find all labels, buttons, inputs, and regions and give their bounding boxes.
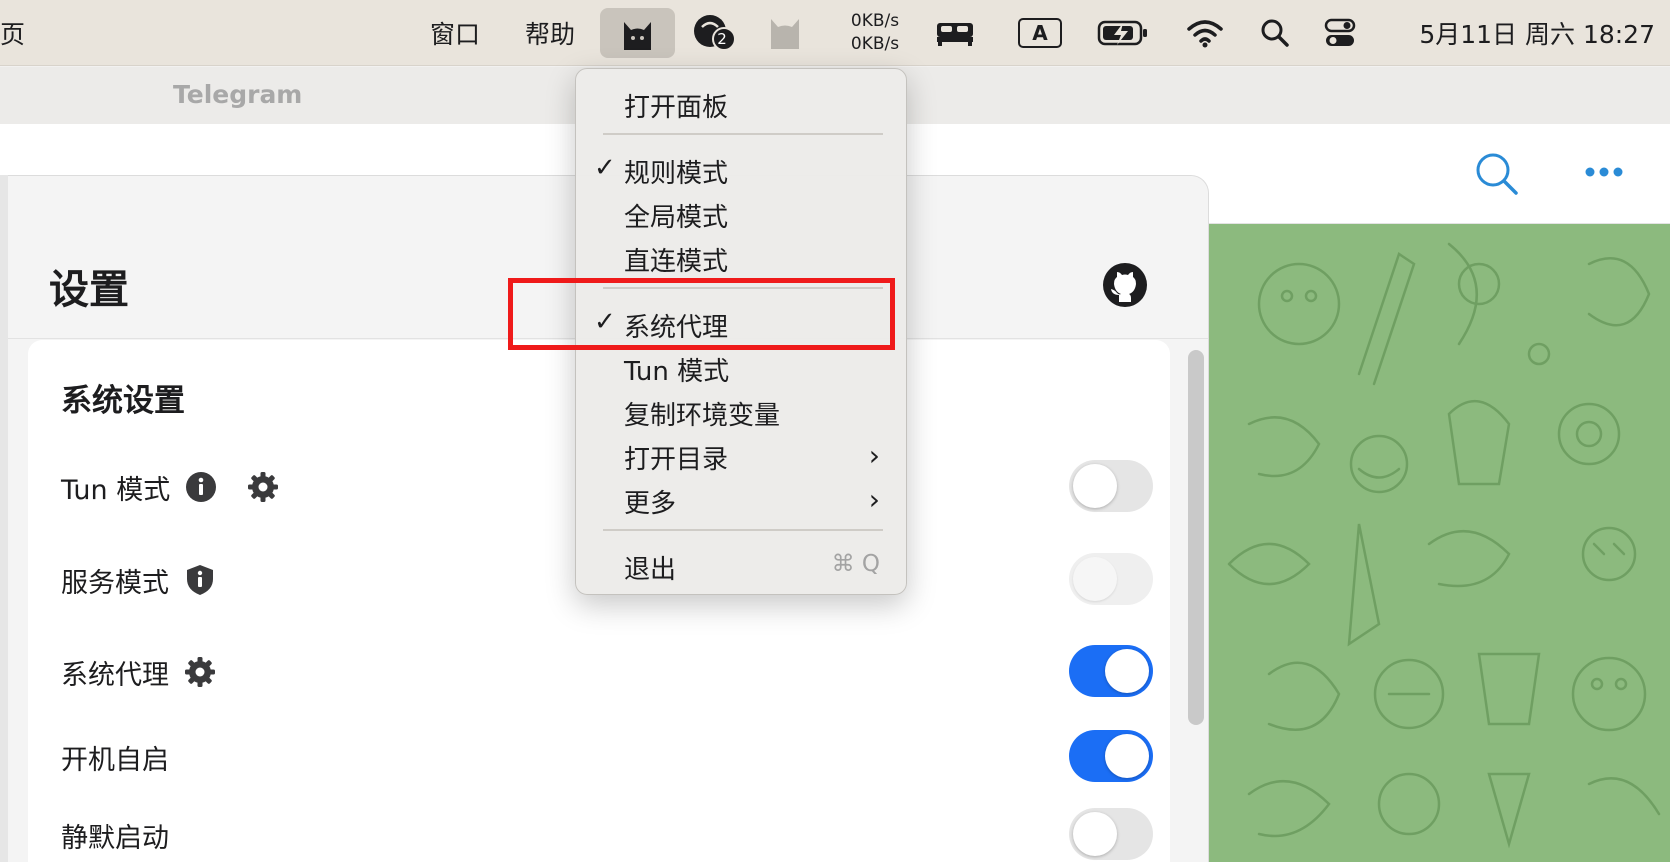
toggle-knob xyxy=(1105,649,1149,693)
menu-item-label: 打开面板 xyxy=(624,93,729,123)
menubar-window-menu[interactable]: 窗口 xyxy=(420,0,490,66)
setting-row-silent-start: 静默启动 xyxy=(61,815,169,855)
control-center-icon xyxy=(1324,18,1356,46)
menu-item-quit[interactable]: 退出 ⌘ Q xyxy=(576,543,908,587)
checkmark-icon: ✓ xyxy=(594,153,616,183)
toggle-knob xyxy=(1073,464,1117,508)
menu-item-open-dir[interactable]: 打开目录 › xyxy=(576,433,908,477)
setting-row-system-proxy: 系统代理 xyxy=(61,652,217,692)
chevron-right-icon: › xyxy=(868,439,880,472)
tun-mode-toggle[interactable] xyxy=(1069,460,1153,512)
github-icon[interactable] xyxy=(1102,262,1148,308)
quit-shortcut: ⌘ Q xyxy=(831,551,880,577)
wifi-icon xyxy=(1187,20,1223,48)
silent-start-toggle[interactable] xyxy=(1069,808,1153,860)
menu-item-more[interactable]: 更多 › xyxy=(576,477,908,521)
toggle-knob xyxy=(1073,812,1117,856)
setting-label-system-proxy: 系统代理 xyxy=(61,659,169,691)
menubar-help-menu[interactable]: 帮助 xyxy=(515,0,585,66)
input-source-menu[interactable]: A xyxy=(1015,0,1065,66)
menu-item-label: Tun 模式 xyxy=(624,357,730,387)
telegram-window-title: Telegram xyxy=(173,80,303,109)
menu-item-label: 规则模式 xyxy=(624,159,729,189)
battery-menu[interactable] xyxy=(1095,0,1151,66)
net-up-speed: 0KB/s xyxy=(850,11,900,31)
cat-gray-icon xyxy=(771,19,799,49)
control-center[interactable] xyxy=(1315,0,1365,66)
search-icon xyxy=(1261,19,1289,47)
menu-item-direct-mode[interactable]: 直连模式 xyxy=(576,235,908,279)
toggle-knob xyxy=(1105,734,1149,778)
network-speed-indicator: 0KB/s 0KB/s xyxy=(840,10,910,56)
menu-separator xyxy=(603,529,883,531)
clash-tray-icon-inactive[interactable] xyxy=(760,0,810,66)
menu-item-label: 打开目录 xyxy=(624,445,729,475)
menu-separator xyxy=(603,133,883,135)
clash-tray-icon-active[interactable] xyxy=(600,8,675,58)
wifi-menu[interactable] xyxy=(1180,0,1230,66)
section-title-system-settings: 系统设置 xyxy=(61,383,185,419)
doodle-pattern-decoration xyxy=(1227,242,1661,849)
bed-tray-icon[interactable] xyxy=(930,0,980,66)
menu-item-tun-mode[interactable]: Tun 模式 xyxy=(576,345,908,389)
chat-bubble-icon xyxy=(694,15,736,51)
more-options-icon[interactable] xyxy=(1584,166,1624,178)
auto-launch-toggle[interactable] xyxy=(1069,730,1153,782)
gear-icon[interactable] xyxy=(183,655,217,689)
chevron-right-icon: › xyxy=(868,483,880,516)
telegram-chat-background xyxy=(1209,224,1670,862)
shield-info-icon[interactable] xyxy=(183,563,217,597)
menu-item-label: 复制环境变量 xyxy=(624,401,781,431)
cat-icon xyxy=(624,22,651,50)
setting-row-tun-mode: Tun 模式 xyxy=(61,467,280,507)
menu-item-label: 直连模式 xyxy=(624,247,729,277)
menu-item-label: 退出 xyxy=(624,555,677,585)
menu-item-rule-mode[interactable]: ✓ 规则模式 xyxy=(576,147,908,191)
setting-label-tun-mode: Tun 模式 xyxy=(61,474,171,506)
bed-icon xyxy=(937,23,973,46)
chat-tray-icon[interactable]: 2 xyxy=(690,0,740,66)
menu-item-label: 全局模式 xyxy=(624,203,729,233)
setting-label-service-mode: 服务模式 xyxy=(61,567,169,599)
spotlight-search[interactable] xyxy=(1250,0,1300,66)
setting-label-silent-start: 静默启动 xyxy=(61,822,169,854)
menu-item-global-mode[interactable]: 全局模式 xyxy=(576,191,908,235)
system-proxy-toggle[interactable] xyxy=(1069,645,1153,697)
info-icon[interactable] xyxy=(184,470,218,504)
page-title: 设置 xyxy=(49,267,129,313)
setting-row-auto-launch: 开机自启 xyxy=(61,737,169,777)
telegram-search-icon[interactable] xyxy=(1474,151,1520,197)
chat-unread-badge: 2 xyxy=(717,30,727,48)
menu-bar: 页 窗口 帮助 2 0KB/s 0KB/s A 5月11日 周六 18:27 xyxy=(0,0,1670,66)
toggle-knob xyxy=(1073,557,1117,601)
menu-item-open-panel[interactable]: 打开面板 xyxy=(576,81,908,125)
input-source-badge: A xyxy=(1018,18,1062,48)
menubar-app-menu-fragment[interactable]: 页 xyxy=(0,0,26,66)
service-mode-toggle[interactable] xyxy=(1069,553,1153,605)
net-down-speed: 0KB/s xyxy=(850,34,900,54)
clash-sidebar-edge xyxy=(0,175,8,862)
menu-item-label: 更多 xyxy=(624,489,677,519)
gear-icon[interactable] xyxy=(246,470,280,504)
setting-row-service-mode: 服务模式 xyxy=(61,560,217,600)
battery-charging-icon xyxy=(1097,20,1147,46)
settings-scrollbar[interactable] xyxy=(1188,350,1204,725)
menubar-clock[interactable]: 5月11日 周六 18:27 xyxy=(1385,0,1655,66)
setting-label-auto-launch: 开机自启 xyxy=(61,744,169,776)
menu-item-copy-env[interactable]: 复制环境变量 xyxy=(576,389,908,433)
highlight-annotation-box xyxy=(508,278,895,350)
